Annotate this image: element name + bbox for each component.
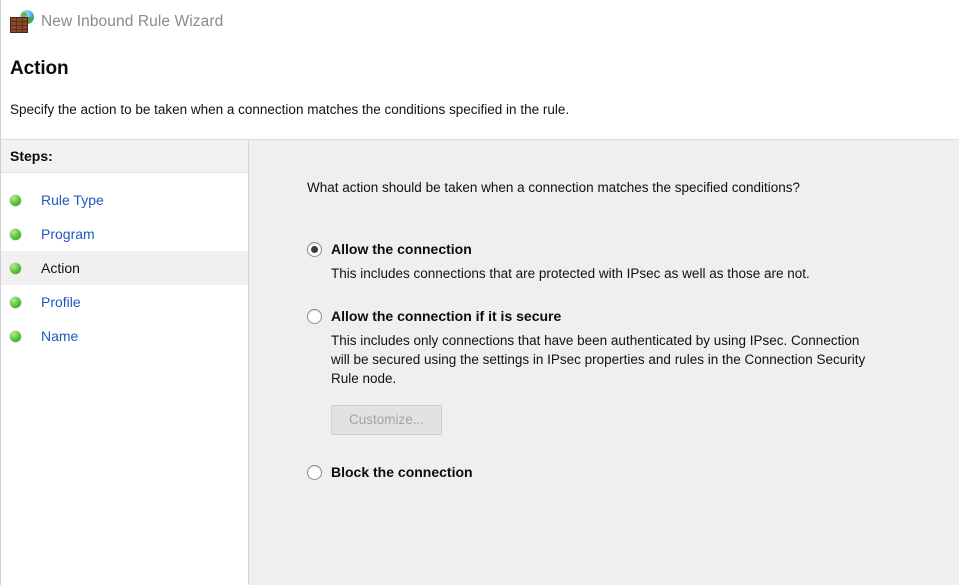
action-radio-group: Allow the connection This includes conne…: [249, 240, 959, 481]
steps-list: Rule Type Program Action Profile Name: [1, 173, 248, 353]
sidebar-item-label: Action: [41, 260, 80, 276]
sidebar-item-label: Rule Type: [41, 192, 104, 208]
steps-sidebar: Steps: Rule Type Program Action Profile: [1, 140, 249, 585]
green-sphere-icon: [10, 228, 21, 240]
customize-button[interactable]: Customize...: [331, 405, 442, 435]
sidebar-item-rule-type[interactable]: Rule Type: [1, 183, 248, 217]
sidebar-item-program[interactable]: Program: [1, 217, 248, 251]
page-subtitle: Specify the action to be taken when a co…: [10, 102, 570, 117]
option-block-the-connection[interactable]: Block the connection: [307, 463, 959, 481]
option-description-line: This includes only connections that have…: [331, 333, 860, 348]
sidebar-item-action[interactable]: Action: [1, 251, 248, 285]
option-description-line: This includes connections that are prote…: [331, 266, 810, 281]
firewall-wall-globe-icon: [10, 10, 34, 34]
option-allow-if-secure[interactable]: Allow the connection if it is secure Thi…: [307, 307, 959, 435]
sidebar-item-label: Name: [41, 328, 79, 344]
option-description-line: will be secured using the settings in IP…: [331, 352, 866, 367]
page-header: Action Specify the action to be taken wh…: [1, 44, 959, 140]
sidebar-item-name[interactable]: Name: [1, 319, 248, 353]
option-label: Allow the connection if it is secure: [331, 308, 562, 324]
green-sphere-icon: [10, 262, 21, 274]
option-description: This includes only connections that have…: [307, 331, 959, 388]
option-label: Allow the connection: [331, 241, 472, 257]
window-title: New Inbound Rule Wizard: [41, 13, 224, 30]
window-titlebar: New Inbound Rule Wizard: [1, 0, 959, 44]
wizard-body: Steps: Rule Type Program Action Profile: [1, 140, 959, 585]
sidebar-item-profile[interactable]: Profile: [1, 285, 248, 319]
green-sphere-icon: [10, 330, 21, 342]
new-inbound-rule-wizard-window: New Inbound Rule Wizard Action Specify t…: [0, 0, 959, 585]
option-label: Block the connection: [331, 464, 473, 480]
radio-block-the-connection[interactable]: [307, 465, 322, 480]
option-description-line: Rule node.: [331, 371, 397, 386]
steps-heading: Steps:: [1, 140, 248, 173]
green-sphere-icon: [10, 296, 21, 308]
action-main-pane: What action should be taken when a conne…: [249, 140, 959, 585]
page-title: Action: [10, 58, 69, 79]
action-question: What action should be taken when a conne…: [307, 180, 801, 195]
radio-allow-if-secure[interactable]: [307, 309, 322, 324]
sidebar-item-label: Program: [41, 226, 95, 242]
option-allow-the-connection[interactable]: Allow the connection This includes conne…: [307, 240, 959, 283]
sidebar-item-label: Profile: [41, 294, 81, 310]
green-sphere-icon: [10, 194, 21, 206]
radio-allow-the-connection[interactable]: [307, 242, 322, 257]
option-description: This includes connections that are prote…: [307, 264, 959, 283]
